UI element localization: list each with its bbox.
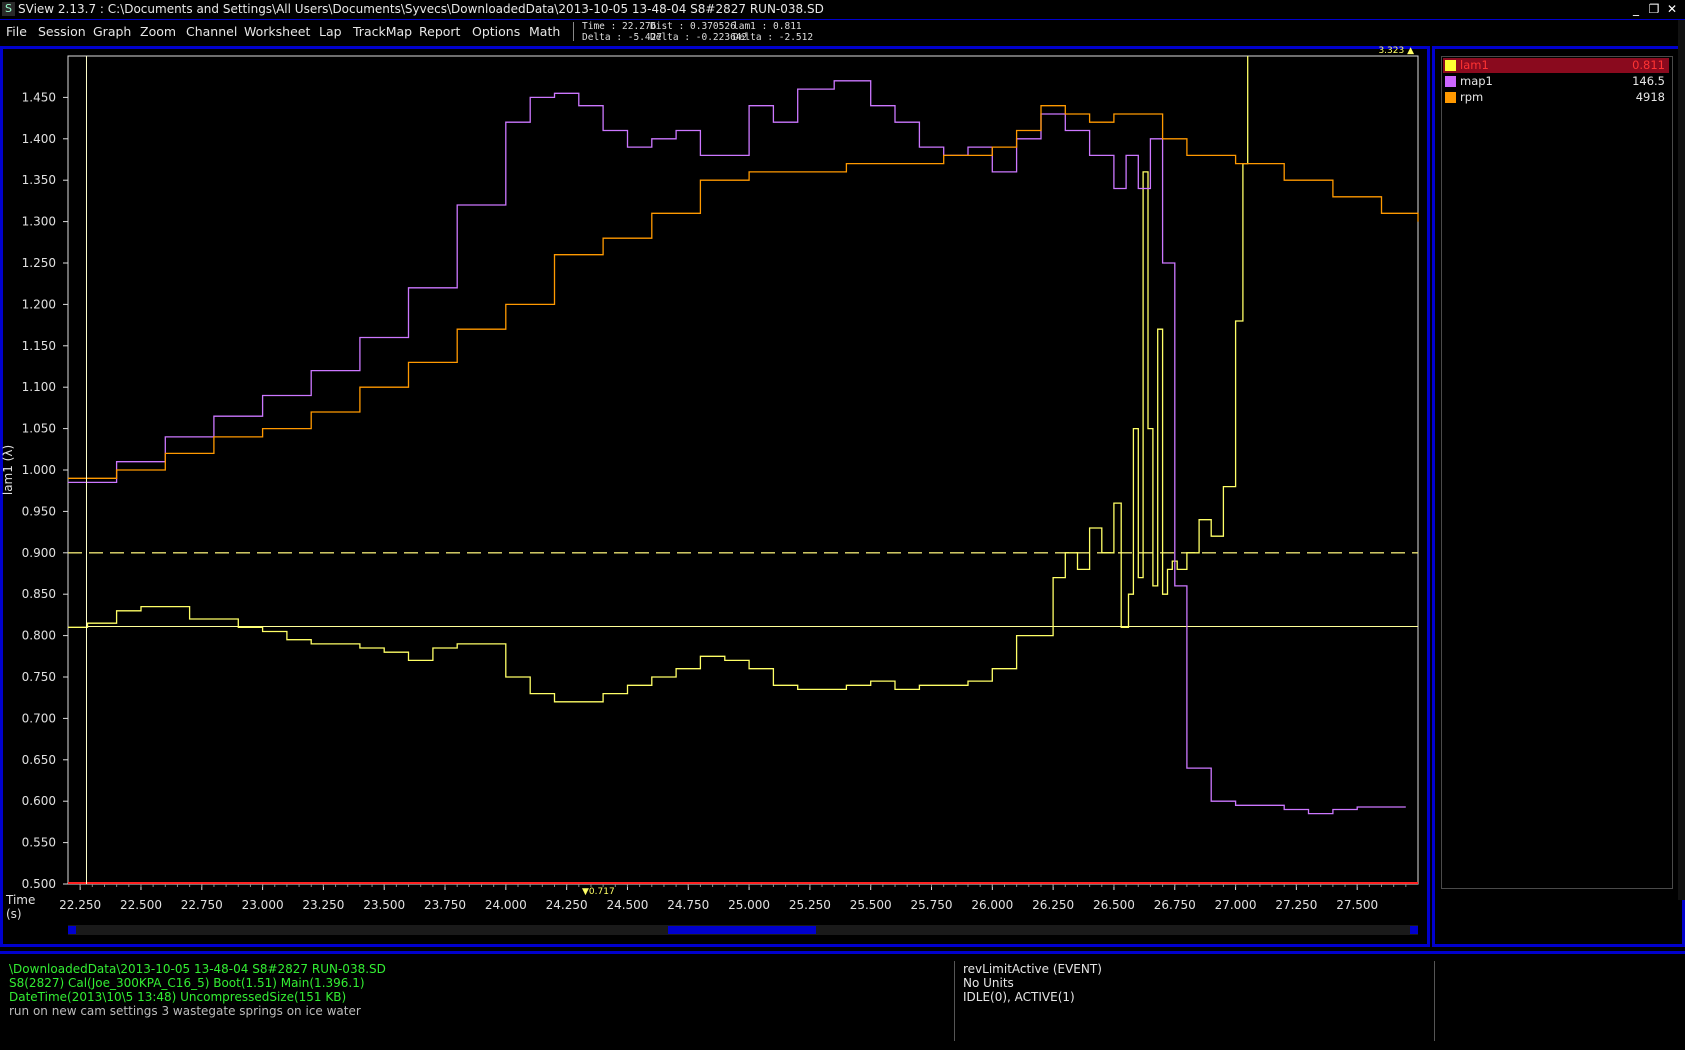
- legend-name-rpm: rpm: [1460, 90, 1484, 104]
- y-tick-label: 0.750: [22, 670, 56, 684]
- x-tick-label: 24.750: [667, 898, 709, 912]
- series-map1: [68, 80, 1406, 815]
- y-tick-label: 0.900: [22, 546, 56, 560]
- x-tick-label: 27.500: [1336, 898, 1378, 912]
- y-tick-label: 0.850: [22, 587, 56, 601]
- x-tick-label: 26.000: [971, 898, 1013, 912]
- vertical-scrollbar[interactable]: [1678, 20, 1685, 900]
- x-tick-label: 23.250: [302, 898, 344, 912]
- x-tick-label: 25.000: [728, 898, 770, 912]
- x-tick-label: 23.500: [363, 898, 405, 912]
- y-tick-label: 1.450: [22, 90, 56, 104]
- y-tick-label: 1.350: [22, 173, 56, 187]
- y-tick-label: 1.200: [22, 297, 56, 311]
- y-tick-label: 0.800: [22, 629, 56, 643]
- x-tick-label: 26.500: [1093, 898, 1135, 912]
- x-tick-label: 24.500: [606, 898, 648, 912]
- channel-info-states: IDLE(0), ACTIVE(1): [963, 990, 1075, 1004]
- series-lam1: [68, 56, 1249, 703]
- status-datetime: DateTime(2013\10\5 13:48) UncompressedSi…: [9, 990, 347, 1004]
- status-comment: run on new cam settings 3 wastegate spri…: [9, 1004, 361, 1018]
- x-tick-label: 22.500: [120, 898, 162, 912]
- legend-value-rpm: 4918: [1635, 90, 1665, 104]
- close-icon[interactable]: ✕: [1664, 2, 1680, 17]
- legend-row-rpm[interactable]: rpm 4918: [1443, 90, 1669, 105]
- x-tick-label: 26.750: [1154, 898, 1196, 912]
- channel-info-units: No Units: [963, 976, 1014, 990]
- x-tick-label: 25.250: [789, 898, 831, 912]
- x-tick-label: 23.000: [242, 898, 284, 912]
- y-tick-label: 0.700: [22, 711, 56, 725]
- y-tick-label: 1.250: [22, 256, 56, 270]
- channel-legend: [1441, 56, 1673, 889]
- x-tick-label: 23.750: [424, 898, 466, 912]
- y-tick-label: 1.150: [22, 339, 56, 353]
- status-file-path: \DownloadedData\2013-10-05 13-48-04 S8#2…: [9, 962, 386, 976]
- scroll-right-arrow: [1410, 926, 1418, 934]
- x-axis-label: Time: [5, 893, 35, 907]
- x-tick-label: 22.250: [59, 898, 101, 912]
- legend-swatch-rpm: [1445, 92, 1456, 103]
- y-tick-label: 0.500: [22, 877, 56, 891]
- x-tick-label: 24.250: [546, 898, 588, 912]
- telemetry-chart[interactable]: 0.500 0.550 0.600 0.650 0.700 0.750 0.800 0.850…: [0, 0, 1430, 950]
- chart-scroll-thumb: [668, 926, 816, 934]
- legend-name-map1: map1: [1460, 74, 1493, 88]
- y-tick-label: 1.000: [22, 463, 56, 477]
- status-divider: [954, 961, 955, 1041]
- y-tick-label: 0.600: [22, 794, 56, 808]
- legend-swatch-map1: [1445, 76, 1456, 87]
- series-rpm: [68, 105, 1419, 479]
- x-tick-label: 22.750: [181, 898, 223, 912]
- legend-value-lam1: 0.811: [1632, 58, 1665, 72]
- y-tick-label: 1.050: [22, 422, 56, 436]
- y-axis-label: lam1 (λ): [1, 445, 15, 495]
- x-tick-label: 25.750: [911, 898, 953, 912]
- max-value-marker: 3.323 ▲: [1378, 46, 1414, 56]
- x-tick-label: 27.250: [1275, 898, 1317, 912]
- legend-row-lam1[interactable]: lam1 0.811: [1443, 58, 1669, 73]
- y-tick-label: 1.100: [22, 380, 56, 394]
- y-tick-label: 1.300: [22, 215, 56, 229]
- y-tick-label: 0.550: [22, 836, 56, 850]
- x-tick-label: 25.500: [850, 898, 892, 912]
- min-value-marker: ▼0.717: [582, 887, 615, 897]
- x-tick-label: 26.250: [1032, 898, 1074, 912]
- channel-info-name: revLimitActive (EVENT): [963, 962, 1102, 976]
- status-device: S8(2827) Cal(Joe_300KPA_C16_5) Boot(1.51…: [9, 976, 365, 990]
- x-tick-label: 27.000: [1215, 898, 1257, 912]
- scroll-left-arrow: [68, 926, 76, 934]
- restore-icon[interactable]: ❐: [1646, 2, 1662, 17]
- status-divider: [1434, 961, 1435, 1041]
- legend-value-map1: 146.5: [1632, 74, 1665, 88]
- legend-name-lam1: lam1: [1460, 58, 1489, 72]
- y-tick-label: 1.400: [22, 132, 56, 146]
- y-tick-label: 0.950: [22, 504, 56, 518]
- y-tick-label: 0.650: [22, 753, 56, 767]
- legend-swatch-lam1: [1445, 60, 1456, 71]
- minimize-icon[interactable]: _: [1628, 2, 1644, 17]
- x-axis-label-units: (s): [6, 907, 22, 921]
- x-tick-label: 24.000: [485, 898, 527, 912]
- legend-row-map1[interactable]: map1 146.5: [1443, 74, 1669, 89]
